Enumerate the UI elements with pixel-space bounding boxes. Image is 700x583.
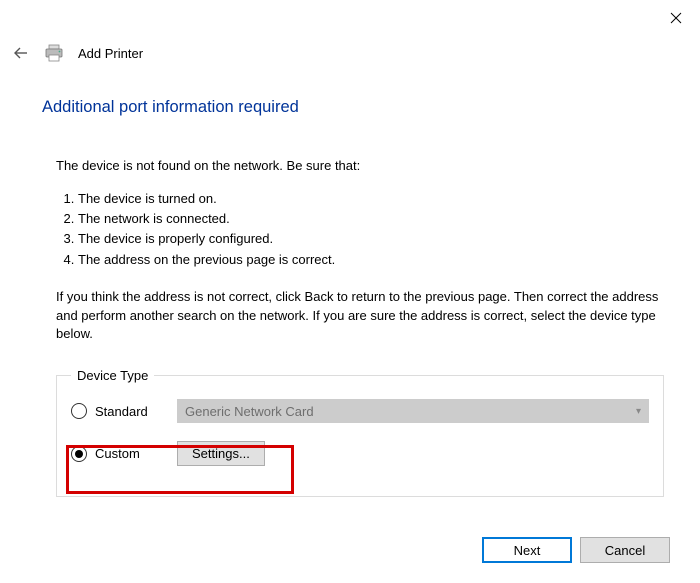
checklist: The device is turned on. The network is … xyxy=(56,189,664,270)
standard-radio-label[interactable]: Standard xyxy=(95,404,163,419)
dropdown-value: Generic Network Card xyxy=(185,404,314,419)
settings-button[interactable]: Settings... xyxy=(177,441,265,466)
standard-option-row: Standard Generic Network Card ▾ xyxy=(71,399,649,423)
checklist-item: The device is turned on. xyxy=(78,189,664,209)
content-area: Additional port information required The… xyxy=(42,98,664,497)
checklist-item: The device is properly configured. xyxy=(78,229,664,249)
custom-radio-label[interactable]: Custom xyxy=(95,446,163,461)
advice-text: If you think the address is not correct,… xyxy=(56,288,664,345)
custom-radio[interactable] xyxy=(71,446,87,462)
window-title: Add Printer xyxy=(78,46,143,61)
wizard-footer: Next Cancel xyxy=(482,537,670,563)
custom-option-row: Custom Settings... xyxy=(71,441,649,466)
standard-device-dropdown: Generic Network Card ▾ xyxy=(177,399,649,423)
close-button[interactable] xyxy=(666,8,686,28)
back-button[interactable] xyxy=(12,44,30,62)
printer-icon xyxy=(44,44,64,62)
page-heading: Additional port information required xyxy=(42,98,664,117)
standard-radio[interactable] xyxy=(71,403,87,419)
cancel-button[interactable]: Cancel xyxy=(580,537,670,563)
checklist-item: The network is connected. xyxy=(78,209,664,229)
back-arrow-icon xyxy=(13,45,29,61)
device-type-legend: Device Type xyxy=(71,368,154,383)
device-type-group: Device Type Standard Generic Network Car… xyxy=(56,368,664,497)
next-button[interactable]: Next xyxy=(482,537,572,563)
chevron-down-icon: ▾ xyxy=(636,406,641,417)
intro-text: The device is not found on the network. … xyxy=(56,157,664,175)
wizard-header: Add Printer xyxy=(12,44,143,62)
checklist-item: The address on the previous page is corr… xyxy=(78,250,664,270)
close-icon xyxy=(670,12,682,24)
